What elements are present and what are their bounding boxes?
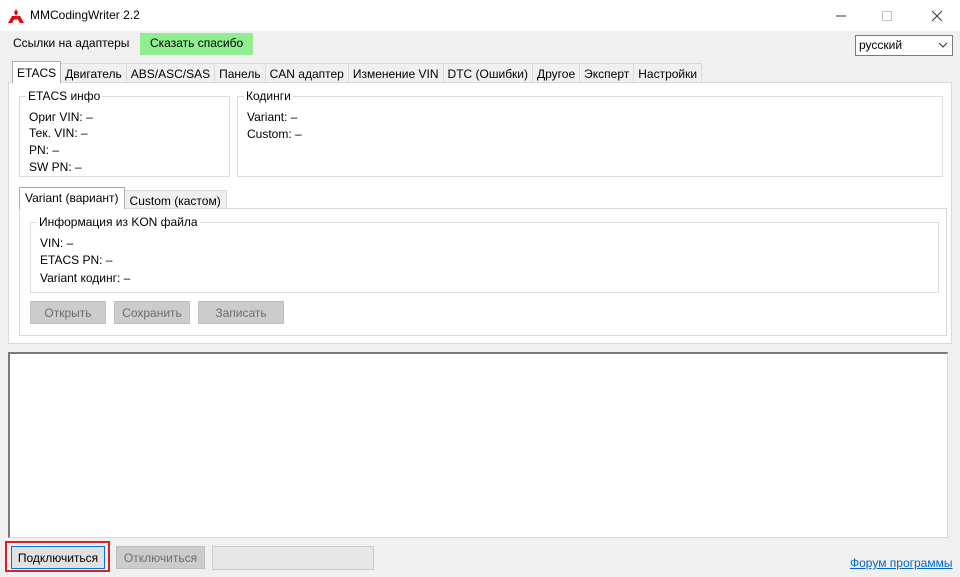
- maximize-icon: [882, 10, 892, 21]
- tab-panel[interactable]: Панель: [214, 63, 266, 83]
- language-select[interactable]: русский: [855, 35, 953, 56]
- menu-say-thanks[interactable]: Сказать спасибо: [140, 33, 254, 55]
- title-bar: [0, 0, 960, 31]
- maximize-button[interactable]: [864, 0, 910, 31]
- coding-subtabs: Variant (вариант) Custom (кастом): [19, 187, 227, 209]
- status-field: [212, 546, 374, 570]
- open-button[interactable]: Открыть: [30, 301, 106, 324]
- write-button[interactable]: Записать: [198, 301, 284, 324]
- custom-coding-label: Custom: –: [247, 127, 302, 141]
- chevron-down-icon: [938, 42, 948, 48]
- tab-etacs[interactable]: ETACS: [12, 61, 62, 83]
- tab-can-adapter[interactable]: CAN адаптер: [264, 63, 349, 83]
- tab-expert[interactable]: Эксперт: [579, 63, 635, 83]
- main-tabs: ETACS Двигатель ABS/ASC/SAS Панель CAN а…: [12, 61, 703, 83]
- minimize-icon: [836, 15, 846, 16]
- close-icon: [931, 10, 943, 21]
- kon-file-info-group: Информация из KON файла VIN: – ETACS PN:…: [30, 215, 939, 293]
- tab-change-vin[interactable]: Изменение VIN: [347, 63, 444, 83]
- orig-vin-label: Ориг VIN: –: [29, 110, 93, 124]
- disconnect-button[interactable]: Отключиться: [116, 546, 205, 569]
- current-vin-label: Тек. VIN: –: [29, 126, 88, 140]
- etacs-info-group: ETACS инфо Ориг VIN: – Тек. VIN: – PN: –…: [19, 89, 230, 177]
- subtab-custom[interactable]: Custom (кастом): [123, 190, 227, 209]
- kon-info-title: Информация из KON файла: [37, 215, 200, 229]
- connect-button[interactable]: Подключиться: [11, 546, 105, 569]
- kon-variant-coding-label: Variant кодинг: –: [40, 271, 131, 285]
- forum-link[interactable]: Форум программы: [850, 556, 952, 570]
- menu-adapter-links[interactable]: Ссылки на адаптеры: [8, 33, 134, 55]
- pn-label: PN: –: [29, 143, 60, 157]
- window-title: MMCodingWriter 2.2: [30, 8, 140, 22]
- close-button[interactable]: [914, 0, 960, 31]
- log-textarea[interactable]: [8, 352, 948, 538]
- tab-settings[interactable]: Настройки: [633, 63, 703, 83]
- codings-title: Кодинги: [244, 89, 293, 103]
- mitsubishi-logo-icon: [8, 9, 24, 23]
- variant-coding-label: Variant: –: [247, 110, 298, 124]
- tab-abs-asc-sas[interactable]: ABS/ASC/SAS: [125, 63, 216, 83]
- etacs-info-title: ETACS инфо: [26, 89, 103, 103]
- codings-group: Кодинги Variant: – Custom: –: [237, 89, 943, 177]
- subtab-variant[interactable]: Variant (вариант): [19, 187, 125, 209]
- kon-vin-label: VIN: –: [40, 236, 74, 250]
- language-select-value: русский: [859, 38, 903, 52]
- tab-dtc[interactable]: DTC (Ошибки): [442, 63, 534, 83]
- minimize-button[interactable]: [818, 0, 864, 31]
- tab-engine[interactable]: Двигатель: [60, 63, 127, 83]
- tab-other[interactable]: Другое: [532, 63, 581, 83]
- save-button[interactable]: Сохранить: [114, 301, 190, 324]
- kon-etacs-pn-label: ETACS PN: –: [40, 253, 113, 267]
- sw-pn-label: SW PN: –: [29, 160, 82, 174]
